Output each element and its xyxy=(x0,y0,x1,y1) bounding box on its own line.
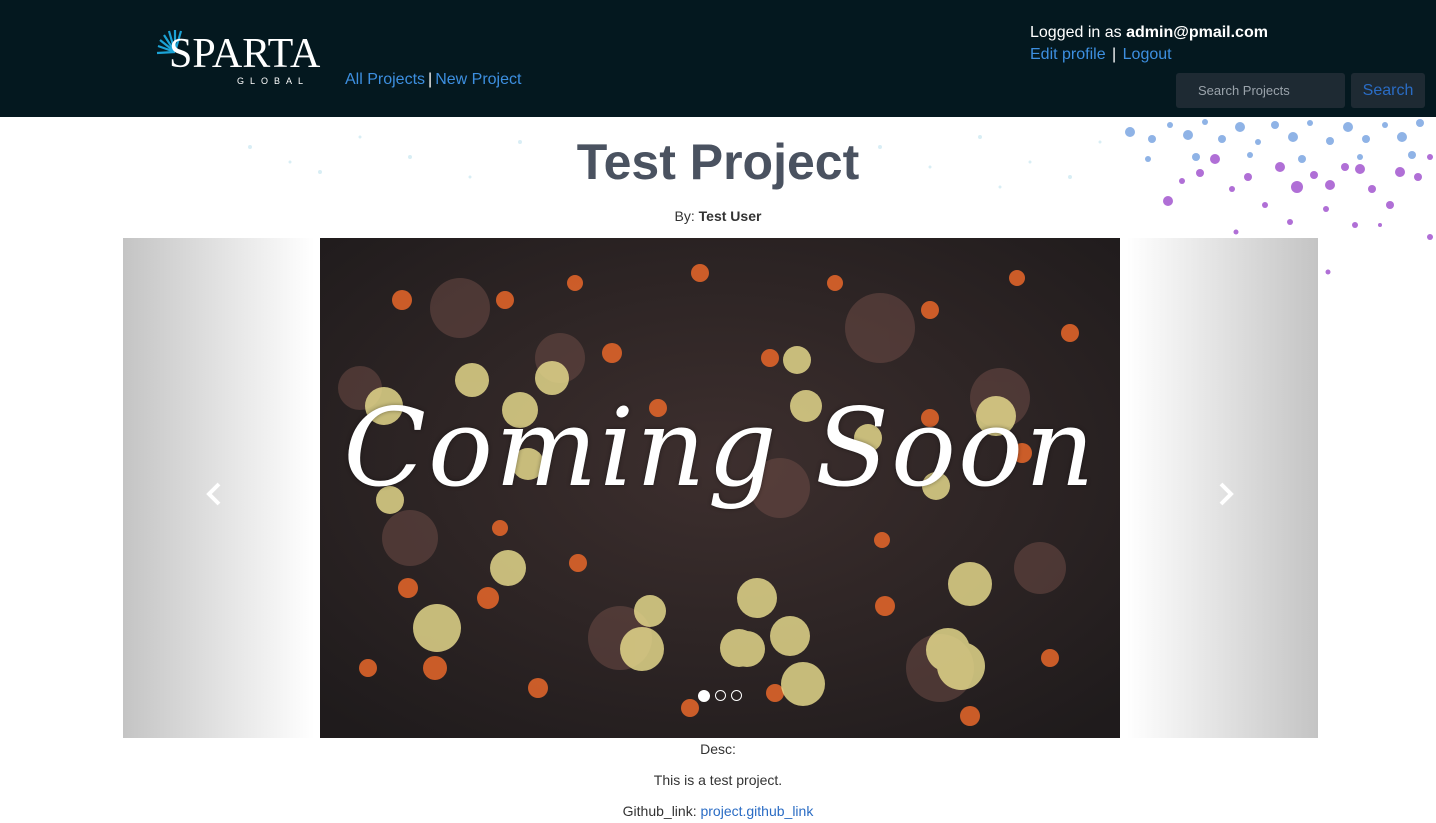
nav-separator: | xyxy=(428,71,433,88)
search-input[interactable] xyxy=(1176,73,1345,108)
new-project-link[interactable]: New Project xyxy=(435,71,521,88)
edit-profile-link[interactable]: Edit profile xyxy=(1030,46,1106,63)
carousel-indicator-2[interactable] xyxy=(715,690,726,701)
carousel-next-button[interactable] xyxy=(1205,474,1245,514)
user-status: Logged in as admin@pmail.com Edit profil… xyxy=(1030,22,1268,66)
account-separator: | xyxy=(1112,46,1117,63)
project-image-carousel[interactable]: Coming Soon xyxy=(123,238,1318,738)
logged-in-label: Logged in as xyxy=(1030,24,1122,41)
github-link[interactable]: project.github_link xyxy=(700,803,813,819)
by-label: By: xyxy=(674,208,695,224)
user-email: admin@pmail.com xyxy=(1126,24,1268,41)
logo-subtitle: GLOBAL xyxy=(237,76,310,86)
primary-nav: All Projects | New Project xyxy=(345,70,521,90)
carousel-slide: Coming Soon xyxy=(320,238,1120,738)
sparta-global-logo[interactable]: SPARTA GLOBAL xyxy=(155,28,320,90)
project-author: Test User xyxy=(698,208,762,224)
logo-wordmark: SPARTA xyxy=(169,31,321,77)
chevron-left-icon xyxy=(206,482,221,506)
github-row: Github_link: project.github_link xyxy=(0,803,1436,819)
logged-in-line: Logged in as admin@pmail.com xyxy=(1030,22,1268,44)
carousel-indicator-3[interactable] xyxy=(731,690,742,701)
carousel-prev-button[interactable] xyxy=(195,474,235,514)
logout-link[interactable]: Logout xyxy=(1123,46,1172,63)
github-label: Github_link: xyxy=(622,803,697,819)
coming-soon-text: Coming Soon xyxy=(343,386,1097,511)
project-description: This is a test project. xyxy=(653,772,783,788)
all-projects-link[interactable]: All Projects xyxy=(345,71,425,88)
account-links: Edit profile | Logout xyxy=(1030,44,1268,66)
carousel-indicator-1[interactable] xyxy=(698,690,710,702)
top-navbar: SPARTA GLOBAL All Projects | New Project L… xyxy=(0,0,1436,117)
chevron-right-icon xyxy=(1219,482,1234,506)
project-title: Test Project xyxy=(576,134,860,190)
search-button[interactable]: Search xyxy=(1351,73,1425,108)
description-label: Desc: xyxy=(700,741,736,757)
project-byline: By: Test User xyxy=(0,208,1436,224)
